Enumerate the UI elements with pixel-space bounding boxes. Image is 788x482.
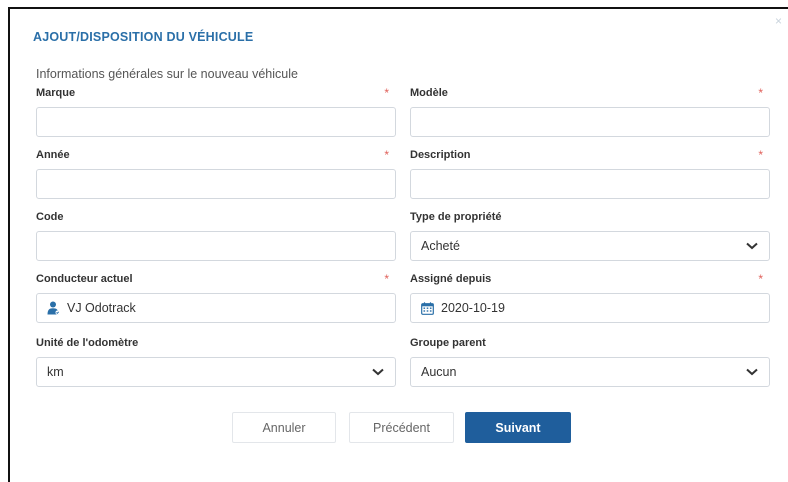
modele-field: Modèle * xyxy=(410,86,770,137)
annee-field: Année * xyxy=(36,148,396,199)
close-icon[interactable]: × xyxy=(775,15,782,27)
description-input[interactable] xyxy=(410,169,770,199)
modele-label: Modèle xyxy=(410,87,448,99)
assigne-depuis-value: 2020-10-19 xyxy=(441,301,505,315)
type-propriete-value: Acheté xyxy=(421,239,460,253)
odometre-value: km xyxy=(47,365,64,379)
odometre-label: Unité de l'odomètre xyxy=(36,337,139,349)
required-marker: * xyxy=(384,86,389,100)
annee-label: Année xyxy=(36,149,70,161)
conducteur-value: VJ Odotrack xyxy=(67,301,136,315)
odometre-field: Unité de l'odomètre km xyxy=(36,336,396,387)
assigne-depuis-field: Assigné depuis * 2020-10-19 xyxy=(410,272,770,323)
description-field: Description * xyxy=(410,148,770,199)
required-marker: * xyxy=(758,148,763,162)
code-field: Code xyxy=(36,210,396,261)
code-input[interactable] xyxy=(36,231,396,261)
modele-input[interactable] xyxy=(410,107,770,137)
required-marker: * xyxy=(758,86,763,100)
chevron-down-icon[interactable] xyxy=(371,365,385,379)
conducteur-input[interactable]: VJ Odotrack xyxy=(36,293,396,323)
calendar-icon[interactable] xyxy=(421,301,435,315)
type-propriete-field: Type de propriété Acheté xyxy=(410,210,770,261)
code-label: Code xyxy=(36,211,64,223)
chevron-down-icon[interactable] xyxy=(745,365,759,379)
groupe-parent-field: Groupe parent Aucun xyxy=(410,336,770,387)
required-marker: * xyxy=(758,272,763,286)
next-button[interactable]: Suivant xyxy=(465,412,571,443)
groupe-parent-value: Aucun xyxy=(421,365,457,379)
assigne-depuis-label: Assigné depuis xyxy=(410,273,492,285)
conducteur-field: Conducteur actuel * VJ Odotrack xyxy=(36,272,396,323)
previous-button[interactable]: Précédent xyxy=(349,412,454,443)
description-label: Description xyxy=(410,149,471,161)
dialog-title: AJOUT/DISPOSITION DU VÉHICULE xyxy=(33,30,254,44)
marque-input[interactable] xyxy=(36,107,396,137)
cancel-button[interactable]: Annuler xyxy=(232,412,336,443)
conducteur-label: Conducteur actuel xyxy=(36,273,133,285)
groupe-parent-select[interactable]: Aucun xyxy=(410,357,770,387)
user-icon xyxy=(47,301,61,315)
assigne-depuis-input[interactable]: 2020-10-19 xyxy=(410,293,770,323)
required-marker: * xyxy=(384,148,389,162)
marque-label: Marque xyxy=(36,87,76,99)
type-propriete-select[interactable]: Acheté xyxy=(410,231,770,261)
annee-input[interactable] xyxy=(36,169,396,199)
marque-field: Marque * xyxy=(36,86,396,137)
groupe-parent-label: Groupe parent xyxy=(410,337,486,349)
section-heading: Informations générales sur le nouveau vé… xyxy=(36,67,298,81)
required-marker: * xyxy=(384,272,389,286)
dialog: × AJOUT/DISPOSITION DU VÉHICULE Informat… xyxy=(8,7,788,482)
odometre-select[interactable]: km xyxy=(36,357,396,387)
type-propriete-label: Type de propriété xyxy=(410,211,502,223)
chevron-down-icon[interactable] xyxy=(745,239,759,253)
